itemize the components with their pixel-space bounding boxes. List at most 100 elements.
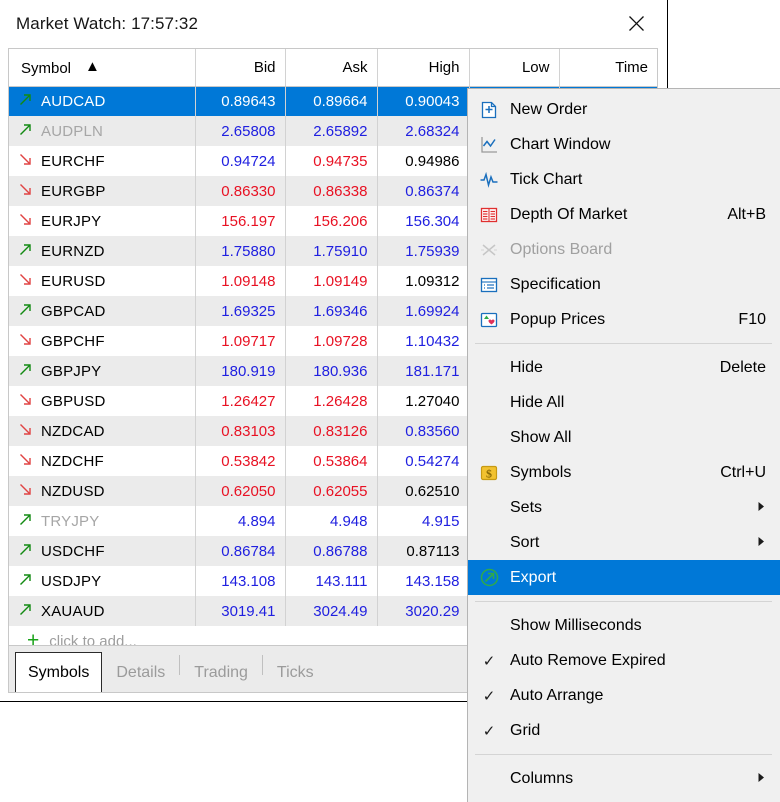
- menu-item-tick-chart[interactable]: Tick Chart: [468, 162, 780, 197]
- cell-symbol: GBPCAD: [9, 296, 196, 326]
- tab-ticks[interactable]: Ticks: [263, 654, 328, 692]
- column-header-high[interactable]: High: [377, 49, 470, 87]
- menu-item-label: Columns: [510, 769, 574, 787]
- menu-item-label: Hide All: [510, 393, 565, 411]
- cell-symbol: NZDCAD: [9, 416, 196, 446]
- arrow-down-icon: [19, 273, 32, 290]
- cell-high: 0.94986: [377, 146, 470, 176]
- high-value: 0.54274: [405, 452, 460, 470]
- symbol-name: EURJPY: [41, 212, 102, 230]
- cell-ask: 156.206: [285, 206, 378, 236]
- tab-details[interactable]: Details: [102, 654, 179, 692]
- column-header-symbol[interactable]: Symbol ▲: [9, 49, 196, 87]
- arrow-down-icon: [19, 183, 32, 200]
- arrow-down-icon: [19, 213, 32, 230]
- specification-icon: [468, 275, 510, 295]
- column-header-ask[interactable]: Ask: [285, 49, 378, 87]
- arrow-up-icon: [19, 303, 32, 320]
- cell-bid: 0.94724: [195, 146, 286, 176]
- high-value: 1.75939: [405, 242, 460, 260]
- bid-value: 3019.41: [221, 602, 276, 620]
- menu-item-show-all[interactable]: Show All: [468, 420, 780, 455]
- ask-value: 0.94735: [313, 152, 368, 170]
- ask-value: 1.75910: [313, 242, 368, 260]
- column-header-bid[interactable]: Bid: [195, 49, 286, 87]
- close-icon[interactable]: [613, 6, 659, 40]
- check-icon: ✓: [482, 722, 496, 740]
- arrow-down-icon: [19, 483, 32, 500]
- bid-value: 4.894: [237, 512, 276, 530]
- menu-item-label: Popup Prices: [510, 310, 606, 328]
- menu-item-popup-prices[interactable]: Popup Prices F10: [468, 302, 780, 337]
- high-value: 4.915: [421, 512, 460, 530]
- menu-item-auto-remove-expired[interactable]: ✓ Auto Remove Expired: [468, 643, 780, 678]
- menu-item-sort[interactable]: Sort: [468, 525, 780, 560]
- menu-item-depth-of-market[interactable]: Depth Of Market Alt+B: [468, 197, 780, 232]
- cell-symbol: TRYJPY: [9, 506, 196, 536]
- menu-item-hide[interactable]: Hide Delete: [468, 350, 780, 385]
- menu-item-sets[interactable]: Sets: [468, 490, 780, 525]
- check-icon: ✓: [482, 687, 496, 705]
- cell-high: 1.09312: [377, 266, 470, 296]
- menu-item-show-milliseconds[interactable]: Show Milliseconds: [468, 608, 780, 643]
- menu-item-chart-window[interactable]: Chart Window: [468, 127, 780, 162]
- bid-value: 2.65808: [221, 122, 276, 140]
- menu-item-columns[interactable]: Columns: [468, 761, 780, 796]
- column-header-low[interactable]: Low: [469, 49, 560, 87]
- menu-item-label: Sort: [510, 533, 540, 551]
- ask-value: 156.206: [313, 212, 368, 230]
- symbol-name: AUDPLN: [41, 122, 104, 140]
- ask-value: 0.86788: [313, 542, 368, 560]
- symbol-name: TRYJPY: [41, 512, 100, 530]
- menu-separator: [475, 754, 772, 755]
- menu-item-label: Depth Of Market: [510, 205, 628, 223]
- bid-value: 1.69325: [221, 302, 276, 320]
- menu-item-export[interactable]: Export: [468, 560, 780, 595]
- symbol-name: EURNZD: [41, 242, 105, 260]
- cell-high: 156.304: [377, 206, 470, 236]
- arrow-down-icon: [19, 423, 32, 440]
- menu-separator: [475, 601, 772, 602]
- sort-ascending-icon: ▲: [85, 57, 100, 75]
- symbol-name: USDJPY: [41, 572, 102, 590]
- cell-bid: 3019.41: [195, 596, 286, 626]
- cell-symbol: XAUAUD: [9, 596, 196, 626]
- symbol-name: GBPUSD: [41, 392, 106, 410]
- menu-item-grid[interactable]: ✓ Grid: [468, 713, 780, 748]
- ask-value: 0.83126: [313, 422, 368, 440]
- depth-of-market-icon: [468, 205, 510, 225]
- ask-value: 0.62055: [313, 482, 368, 500]
- ask-value: 3024.49: [313, 602, 368, 620]
- menu-item-specification[interactable]: Specification: [468, 267, 780, 302]
- chart-window-icon: [468, 135, 510, 155]
- menu-item-symbols[interactable]: $ Symbols Ctrl+U: [468, 455, 780, 490]
- symbol-name: GBPJPY: [41, 362, 102, 380]
- high-value: 0.83560: [405, 422, 460, 440]
- cell-high: 0.87113: [377, 536, 470, 566]
- menu-item-auto-arrange[interactable]: ✓ Auto Arrange: [468, 678, 780, 713]
- ask-value: 1.69346: [313, 302, 368, 320]
- tab-trading[interactable]: Trading: [180, 654, 262, 692]
- arrow-up-icon: [19, 123, 32, 140]
- cell-bid: 1.26427: [195, 386, 286, 416]
- cell-high: 1.69924: [377, 296, 470, 326]
- menu-item-label: Show Milliseconds: [510, 616, 642, 634]
- high-value: 0.62510: [405, 482, 460, 500]
- column-header-time[interactable]: Time: [559, 49, 657, 87]
- svg-text:$: $: [486, 466, 492, 480]
- plus-icon: +: [27, 629, 40, 645]
- menu-item-shortcut: F10: [738, 310, 766, 328]
- arrow-up-icon: [19, 543, 32, 560]
- cell-high: 4.915: [377, 506, 470, 536]
- arrow-down-icon: [19, 153, 32, 170]
- tab-symbols[interactable]: Symbols: [15, 652, 103, 692]
- arrow-down-icon: [19, 333, 32, 350]
- cell-high: 0.90043: [377, 86, 470, 116]
- cell-bid: 0.89643: [195, 86, 286, 116]
- submenu-arrow-icon: [757, 770, 766, 788]
- menu-item-hide-all[interactable]: Hide All: [468, 385, 780, 420]
- cell-bid: 156.197: [195, 206, 286, 236]
- menu-item-label: Show All: [510, 428, 572, 446]
- bid-value: 0.86330: [221, 182, 276, 200]
- menu-item-new-order[interactable]: New Order: [468, 92, 780, 127]
